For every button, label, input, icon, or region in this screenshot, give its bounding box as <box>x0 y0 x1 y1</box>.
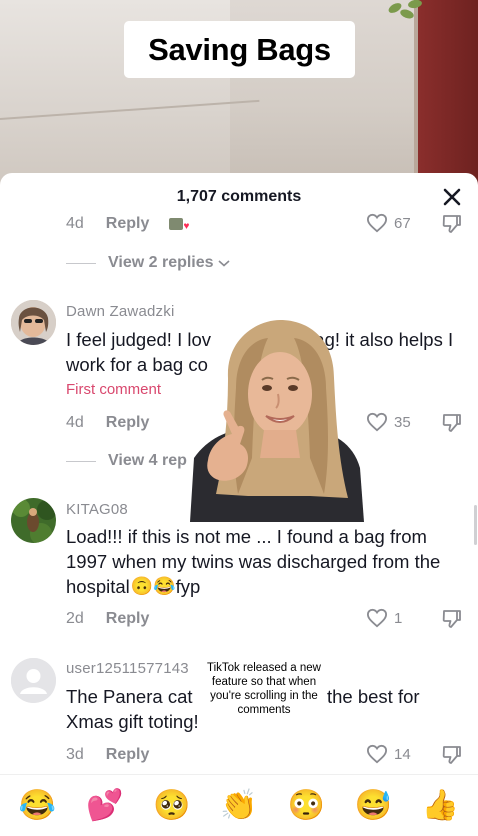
default-avatar-icon <box>11 658 56 703</box>
like-button[interactable]: 1 <box>366 608 402 628</box>
comment-text-line: The Panera cat <box>66 686 193 707</box>
first-comment-badge: First comment <box>66 381 162 398</box>
reply-button[interactable]: Reply <box>106 746 150 764</box>
close-button[interactable] <box>440 185 464 209</box>
avatar[interactable] <box>11 300 56 345</box>
comment-text-line: 1997 when my twins was discharged from t… <box>66 551 441 572</box>
comment-text-fragment: hospital <box>66 576 130 597</box>
comment-text-line: the best for <box>327 686 420 707</box>
avatar-photo <box>11 300 56 345</box>
like-button[interactable]: 14 <box>366 744 411 764</box>
video-title: Saving Bags <box>148 31 331 67</box>
view-replies-label: View 4 rep <box>108 452 187 469</box>
view-replies-button[interactable]: View 4 rep <box>66 452 187 470</box>
comment-username[interactable]: KITAG08 <box>66 501 128 518</box>
reply-button[interactable]: Reply <box>106 414 150 432</box>
flushed-face-emoji-button[interactable]: 😳 <box>284 790 328 821</box>
like-count: 14 <box>394 745 411 763</box>
like-count: 35 <box>394 413 411 431</box>
scrollbar[interactable] <box>474 505 477 545</box>
reply-button[interactable]: Reply <box>106 215 150 233</box>
comment-text-line: Xmas gift toting! <box>66 711 199 732</box>
emoji-reaction-bar: 😂 💕 🥺 👏 😳 😅 👍 <box>0 774 478 836</box>
avatar-photo <box>11 498 56 543</box>
comment-actions: 2d Reply <box>66 610 149 628</box>
comment-text-fragment: fyp <box>175 576 201 597</box>
video-overlay-caption: TikTok released a new feature so that wh… <box>207 662 321 716</box>
dislike-icon[interactable] <box>441 213 463 233</box>
avatar[interactable] <box>11 658 56 703</box>
joy-emoji: 😂 <box>153 576 176 596</box>
clapping-hands-emoji-button[interactable]: 👏 <box>217 790 261 821</box>
like-count: 67 <box>394 214 411 232</box>
comment-text-line: Load!!! if this is not me ... I found a … <box>66 526 427 547</box>
heart-outline-icon <box>366 608 388 628</box>
comment-text-line: hospital 🙃 😂 fyp <box>66 574 200 599</box>
comment-age: 2d <box>66 610 84 627</box>
creator-overlay-image <box>188 318 364 522</box>
dislike-icon[interactable] <box>441 608 463 630</box>
creator-liked-avatar: ♥ <box>169 218 189 232</box>
joy-emoji-button[interactable]: 😂 <box>16 790 60 821</box>
partial-comment-row: 4d Reply ♥ 67 <box>0 213 478 233</box>
heart-outline-icon[interactable] <box>366 213 388 233</box>
avatar[interactable] <box>11 498 56 543</box>
comment-age: 3d <box>66 746 84 763</box>
comment-age: 4d <box>66 215 84 232</box>
sweat-smile-emoji-button[interactable]: 😅 <box>351 790 395 821</box>
chevron-down-icon <box>218 260 230 267</box>
view-replies-label: View 2 replies <box>108 254 214 271</box>
video-title-box: Saving Bags <box>124 21 355 78</box>
comment-text-line: work for a bag co <box>66 354 208 375</box>
heart-outline-icon <box>366 744 388 764</box>
pleading-face-emoji-button[interactable]: 🥺 <box>150 790 194 821</box>
replies-divider <box>66 460 96 462</box>
door <box>418 0 478 190</box>
plant-leaves <box>386 0 426 26</box>
comment-actions: 4d Reply <box>66 414 149 432</box>
comment-username[interactable]: Dawn Zawadzki <box>66 303 174 320</box>
replies-divider <box>66 262 96 264</box>
comment-age: 4d <box>66 414 84 431</box>
two-hearts-emoji-button[interactable]: 💕 <box>83 790 127 821</box>
reply-button[interactable]: Reply <box>106 610 150 628</box>
thumbs-up-emoji-button[interactable]: 👍 <box>418 790 462 821</box>
comment-username[interactable]: user12511577143 <box>66 660 189 677</box>
dislike-icon[interactable] <box>441 744 463 766</box>
upside-down-face-emoji: 🙃 <box>130 576 154 596</box>
like-count: 1 <box>394 609 403 627</box>
close-icon <box>443 188 461 206</box>
comment-count: 1,707 comments <box>176 188 302 205</box>
like-button[interactable]: 35 <box>366 412 411 432</box>
comment-actions: 3d Reply <box>66 746 149 764</box>
view-replies-button[interactable]: View 2 replies <box>66 254 231 272</box>
dislike-icon[interactable] <box>441 412 463 434</box>
heart-outline-icon <box>366 412 388 432</box>
